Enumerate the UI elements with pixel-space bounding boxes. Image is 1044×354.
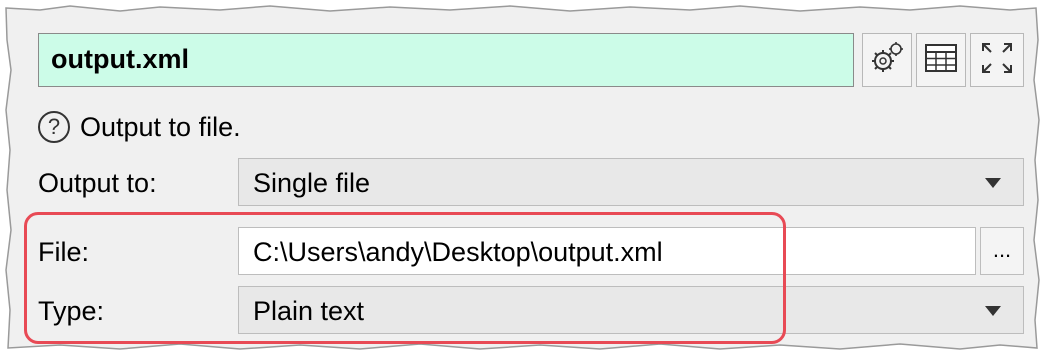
chevron-down-icon (985, 306, 1001, 316)
output-to-value: Single file (253, 168, 371, 198)
help-text: Output to file. (80, 111, 241, 142)
browse-button[interactable]: ... (980, 227, 1024, 275)
output-name-field[interactable]: output.xml (38, 33, 854, 87)
output-to-dropdown[interactable]: Single file (238, 158, 1024, 206)
question-circle-icon[interactable]: ? (38, 111, 70, 143)
help-row: ? Output to file. (38, 107, 241, 147)
highlight-annotation (24, 212, 786, 344)
expand-icon (980, 41, 1014, 80)
table-view-button[interactable] (916, 33, 966, 87)
output-to-label: Output to: (38, 168, 157, 198)
table-icon (925, 43, 957, 77)
settings-button[interactable] (862, 33, 912, 87)
chevron-down-icon (985, 178, 1001, 188)
output-name-text: output.xml (51, 44, 189, 74)
expand-button[interactable] (970, 33, 1024, 87)
gears-icon (870, 41, 904, 80)
